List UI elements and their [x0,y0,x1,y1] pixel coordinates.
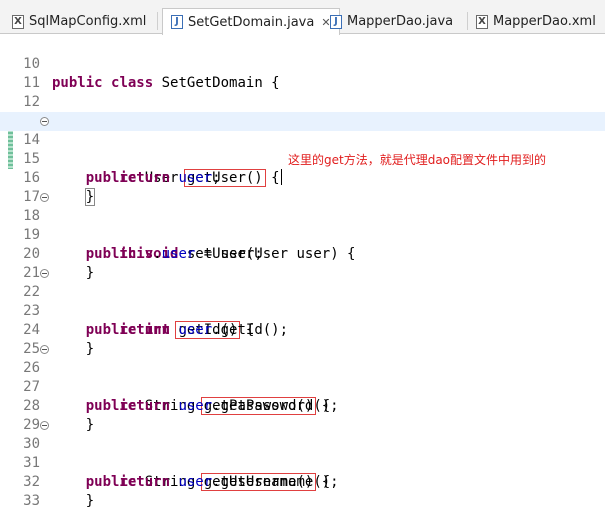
code-line: 30 public String getUsername() { [0,416,605,491]
java-file-icon [171,15,183,29]
code-line: 32 } [23,474,95,509]
code-line: 31 return user.getUsername(); [23,455,339,490]
code-line: 27 return user.getPassword(); [23,379,339,414]
code-line: 22 public int getId() { [0,264,605,339]
fold-toggle-icon[interactable] [40,117,49,126]
code-line: 17 [23,189,40,205]
code-line: 21 [23,265,40,281]
java-file-icon [330,14,342,29]
code-line: 13 [0,93,605,129]
code-line: 29 [23,417,40,433]
editor-tab-bar: SqlMapConfig.xml SetGetDomain.java ✕ Map… [0,0,605,35]
tab-mapperdao-xml[interactable]: MapperDao.xml [476,9,596,34]
code-line: 25 [23,341,40,357]
tab-label: MapperDao.java [347,14,454,29]
tab-setgetdomain-java[interactable]: SetGetDomain.java ✕ [162,8,340,35]
code-line: 12 private User user; [23,94,237,129]
code-editor[interactable]: 10 public class SetGetDomain { 11 12 pri… [0,34,605,509]
code-line: 23 return user.getId(); [23,303,289,338]
tab-label: SqlMapConfig.xml [29,14,147,29]
code-line: 15 return user; [23,151,221,186]
annotation-note: 这里的get方法，就是代理dao配置文件中用到的 [288,153,547,167]
tab-sqlmapconfig-xml[interactable]: SqlMapConfig.xml [12,9,146,34]
code-line: 33 [23,493,40,509]
code-line: 19 this.user = user; [23,227,263,262]
tab-mapperdao-java[interactable]: MapperDao.java [330,9,453,34]
fold-toggle-icon[interactable] [40,193,49,202]
code-line: 28 } [23,398,95,433]
tab-label: MapperDao.xml [493,14,596,29]
code-line: 18 public void setUser(User user) { [0,188,605,262]
code-line: 20 } [23,246,95,281]
code-line: 10 public class SetGetDomain { [23,56,280,91]
fold-toggle-icon[interactable] [40,345,49,354]
fold-toggle-icon[interactable] [40,421,49,430]
xml-file-icon [12,14,24,29]
code-line: 11 [23,75,40,91]
tab-label: SetGetDomain.java [188,14,315,30]
tab-separator [467,12,468,30]
tab-separator [157,12,158,30]
code-line-current: 14 public User getUser() { [0,112,605,187]
xml-file-icon [476,14,488,29]
code-line: 26 public String getPassword() { [0,340,605,415]
code-line: 24 } [23,322,95,357]
fold-toggle-icon[interactable] [40,269,49,278]
